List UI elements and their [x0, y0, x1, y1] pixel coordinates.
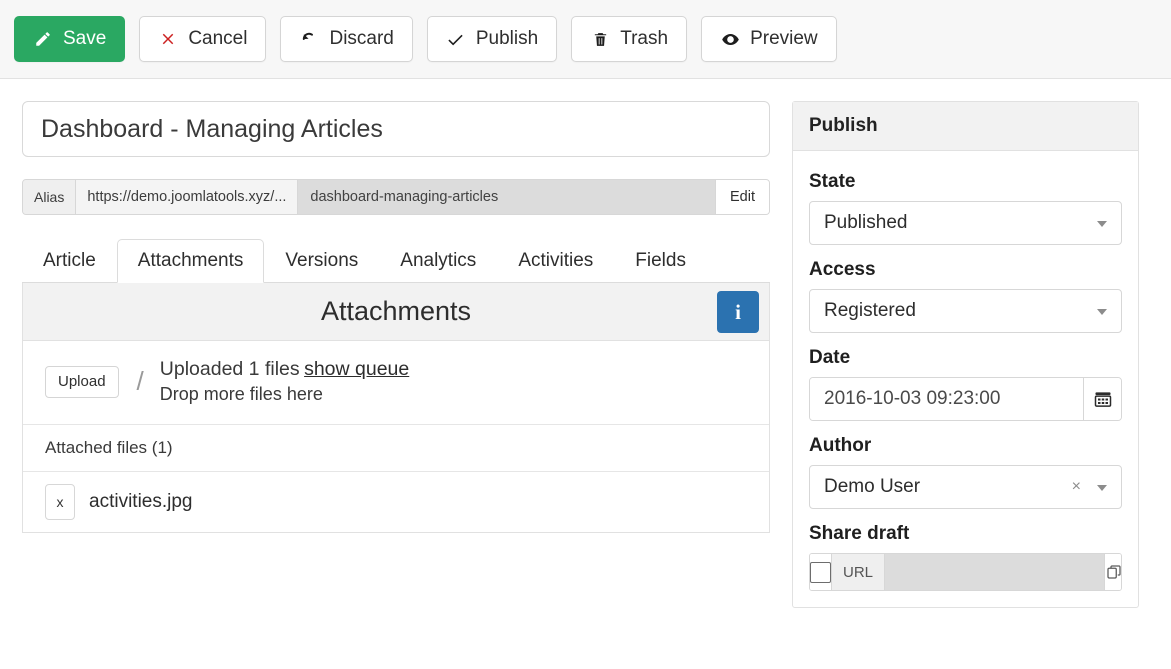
save-button-label: Save [63, 28, 107, 49]
date-field [809, 377, 1122, 421]
author-value: Demo User [824, 476, 921, 497]
check-icon [446, 29, 466, 49]
state-label: State [809, 171, 856, 192]
upload-status: Uploaded 1 files show queue Drop more fi… [160, 357, 409, 406]
discard-button[interactable]: Discard [280, 16, 413, 62]
alias-bar: Alias https://demo.joomlatools.xyz/... E… [22, 179, 770, 215]
preview-button[interactable]: Preview [701, 16, 837, 62]
tab-analytics[interactable]: Analytics [379, 239, 497, 283]
main-column: Alias https://demo.joomlatools.xyz/... E… [22, 101, 770, 669]
pencil-icon [33, 29, 53, 49]
editor-toolbar: Save Cancel Discard Publish Trash Previe… [0, 0, 1171, 79]
undo-icon [299, 29, 319, 49]
remove-attachment-button[interactable]: x [45, 484, 75, 521]
alias-slug-input[interactable] [298, 180, 715, 214]
editor-tabs: Article Attachments Versions Analytics A… [22, 237, 770, 283]
tab-activities[interactable]: Activities [497, 239, 614, 283]
access-label: Access [809, 259, 876, 280]
trash-button-label: Trash [620, 28, 669, 49]
publish-panel-body: State Published Access Registered Date 2… [793, 151, 1138, 607]
chevron-down-icon [1097, 485, 1107, 491]
tab-fields[interactable]: Fields [614, 239, 707, 283]
publish-sidebar: Publish State Published Access Registere… [792, 101, 1139, 669]
tab-versions[interactable]: Versions [264, 239, 379, 283]
alias-label: Alias [23, 180, 77, 214]
clear-author-icon[interactable]: × [1072, 478, 1081, 496]
tab-attachments[interactable]: Attachments [116, 239, 265, 283]
attachments-panel-header: Attachments i [23, 283, 769, 341]
attachments-panel: Attachments i Upload / Uploaded 1 files … [22, 283, 770, 534]
cancel-button-label: Cancel [188, 28, 248, 49]
editor-body: Alias https://demo.joomlatools.xyz/... E… [0, 79, 1171, 669]
eye-icon [720, 29, 740, 49]
date-input[interactable] [810, 378, 1083, 420]
drop-files-hint: Drop more files here [159, 383, 323, 404]
discard-button-label: Discard [329, 28, 394, 49]
state-select[interactable]: Published [809, 201, 1122, 245]
trash-button[interactable]: Trash [571, 16, 688, 62]
share-draft-checkbox-wrap [810, 554, 832, 590]
date-label: Date [809, 347, 851, 368]
author-select[interactable]: Demo User × [809, 465, 1122, 509]
chevron-down-icon [1097, 309, 1107, 315]
uploaded-count-text: Uploaded 1 files [159, 358, 300, 380]
upload-button[interactable]: Upload [45, 365, 119, 398]
access-select[interactable]: Registered [809, 289, 1122, 333]
share-draft-checkbox[interactable] [810, 561, 831, 583]
share-draft-field: URL [809, 553, 1122, 591]
preview-button-label: Preview [750, 28, 818, 49]
info-icon[interactable]: i [717, 291, 759, 333]
article-title-input[interactable] [22, 101, 770, 157]
author-label: Author [809, 435, 872, 456]
share-url-input[interactable] [885, 554, 1105, 590]
state-value: Published [824, 212, 908, 233]
access-value: Registered [824, 300, 916, 321]
save-button[interactable]: Save [14, 16, 126, 62]
tab-article[interactable]: Article [22, 239, 117, 283]
chevron-down-icon [1097, 221, 1107, 227]
alias-edit-button[interactable]: Edit [715, 180, 769, 214]
table-row: x activities.jpg [23, 472, 769, 533]
upload-separator: / [136, 366, 144, 397]
publish-button-label: Publish [475, 28, 539, 49]
upload-dropzone[interactable]: Upload / Uploaded 1 files show queue Dro… [23, 341, 769, 426]
show-queue-link[interactable]: show queue [304, 358, 409, 380]
cross-icon [158, 29, 178, 49]
trash-icon [590, 29, 610, 49]
share-url-label: URL [832, 554, 886, 590]
calendar-icon[interactable] [1083, 378, 1121, 420]
attachments-title: Attachments [320, 296, 472, 326]
article-editor-page: Save Cancel Discard Publish Trash Previe… [0, 0, 1171, 669]
alias-url-prefix: https://demo.joomlatools.xyz/... [76, 180, 299, 214]
publish-button[interactable]: Publish [426, 16, 558, 62]
share-draft-label: Share draft [809, 523, 910, 544]
publish-panel: Publish State Published Access Registere… [792, 101, 1139, 608]
publish-panel-title: Publish [793, 102, 1138, 151]
attached-files-header: Attached files (1) [23, 425, 769, 473]
cancel-button[interactable]: Cancel [139, 16, 267, 62]
attachment-filename: activities.jpg [89, 491, 193, 513]
copy-icon[interactable] [1104, 554, 1121, 590]
